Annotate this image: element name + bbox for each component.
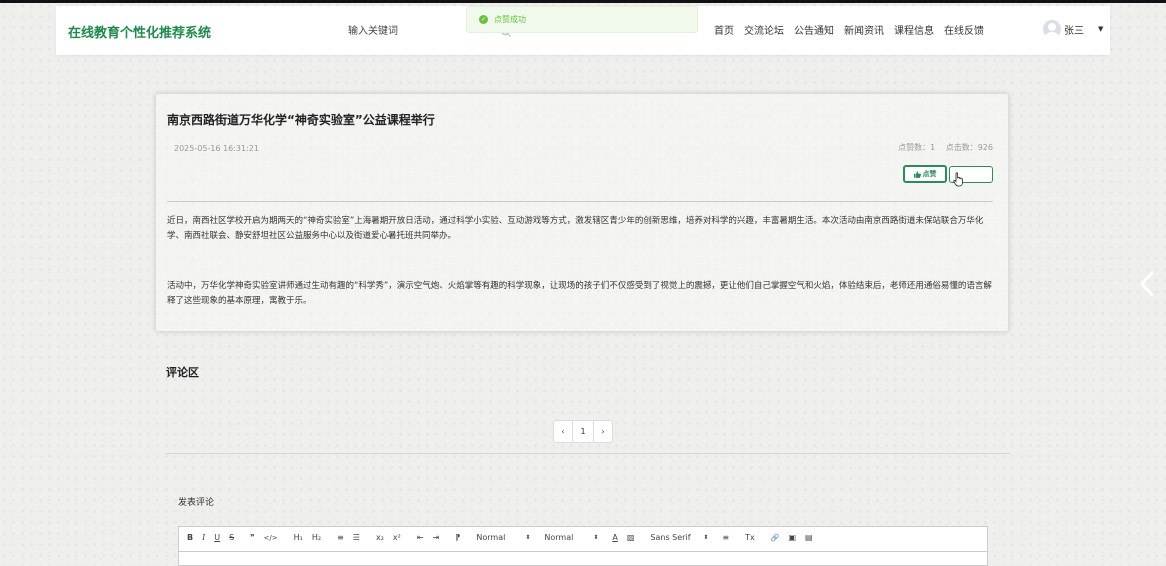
heading2-button[interactable]: H₂ bbox=[312, 533, 321, 542]
ordered-list-button[interactable]: ≡ bbox=[337, 533, 344, 542]
prev-page-button[interactable]: ‹ bbox=[554, 421, 573, 442]
font-color-button[interactable]: A bbox=[612, 533, 617, 542]
top-border bbox=[0, 0, 1166, 3]
nav-news[interactable]: 新闻资讯 bbox=[844, 22, 884, 37]
bullet-list-button[interactable]: ☰ bbox=[353, 533, 360, 542]
align-button[interactable]: ≡ bbox=[722, 533, 729, 542]
updown-icon: ⬍ bbox=[703, 534, 709, 541]
comments-heading: 评论区 bbox=[166, 366, 199, 379]
article-stats: 点赞数：1 点击数：926 bbox=[890, 142, 993, 153]
avatar bbox=[1043, 20, 1061, 38]
strike-button[interactable]: S bbox=[229, 533, 234, 542]
video-button[interactable]: ▤ bbox=[805, 533, 813, 542]
nav-feedback[interactable]: 在线反馈 bbox=[944, 22, 984, 37]
like-button[interactable]: 点赞 bbox=[903, 165, 947, 183]
nav-notice[interactable]: 公告通知 bbox=[794, 22, 834, 37]
brand-title[interactable]: 在线教育个性化推荐系统 bbox=[68, 22, 211, 41]
search-input[interactable] bbox=[346, 20, 450, 42]
code-block-button[interactable]: </> bbox=[264, 534, 278, 542]
underline-button[interactable]: U bbox=[214, 533, 220, 542]
header-picker[interactable]: Normal ⬍ bbox=[544, 533, 598, 542]
image-button[interactable]: ▣ bbox=[788, 533, 796, 542]
article-paragraph: 活动中，万华化学神奇实验室讲师通过生动有趣的“科学秀”，演示空气炮、火焰掌等有趣… bbox=[167, 281, 992, 306]
size-picker-value: Normal bbox=[476, 533, 506, 542]
subscript-button[interactable]: x₂ bbox=[376, 533, 384, 542]
toast-message: 点赞成功 bbox=[494, 15, 526, 24]
clear-format-button[interactable]: Tx bbox=[745, 533, 755, 542]
user-name: 张三 bbox=[1064, 25, 1084, 37]
article-paragraph: 近日，南西社区学校开启为期两天的“神奇实验室”上海暑期开放日活动，通过科学小实验… bbox=[167, 216, 984, 241]
hand-cursor-icon bbox=[953, 172, 963, 187]
bold-button[interactable]: B bbox=[187, 533, 193, 542]
nav-courses[interactable]: 课程信息 bbox=[894, 22, 934, 37]
thumbs-up-icon bbox=[913, 170, 921, 178]
check-circle-icon: ✓ bbox=[479, 15, 488, 24]
click-count: 点击数：926 bbox=[945, 143, 993, 152]
toolbar-border bbox=[179, 551, 987, 552]
updown-icon: ⬍ bbox=[593, 534, 599, 541]
heading1-button[interactable]: H₁ bbox=[294, 533, 303, 542]
header-picker-value: Normal bbox=[544, 533, 574, 542]
nav-forum[interactable]: 交流论坛 bbox=[744, 22, 784, 37]
superscript-button[interactable]: x² bbox=[393, 533, 401, 542]
like-button-label: 点赞 bbox=[922, 170, 937, 178]
like-count: 点赞数：1 bbox=[898, 143, 936, 152]
updown-icon: ⬍ bbox=[525, 534, 531, 541]
chevron-left-icon[interactable] bbox=[1138, 270, 1156, 298]
link-button[interactable]: 🔗 bbox=[771, 534, 780, 542]
article-divider bbox=[167, 201, 993, 202]
next-page-button[interactable]: › bbox=[594, 421, 612, 442]
page-1-button[interactable]: 1 bbox=[573, 421, 594, 442]
font-picker-value: Sans Serif bbox=[650, 533, 691, 542]
blockquote-button[interactable]: ❞ bbox=[250, 533, 254, 542]
pagination: ‹ 1 › bbox=[553, 420, 613, 443]
italic-button[interactable]: I bbox=[202, 533, 205, 542]
font-picker[interactable]: Sans Serif ⬍ bbox=[650, 533, 708, 542]
article-title: 南京西路街道万华化学“神奇实验室”公益课程举行 bbox=[167, 113, 435, 127]
indent-button[interactable]: ⇥ bbox=[433, 533, 440, 542]
nav-menu: 首页 交流论坛 公告通知 新闻资讯 课程信息 在线反馈 bbox=[714, 22, 984, 37]
article-time: 2025-05-16 16:31:21 bbox=[174, 144, 259, 153]
caret-down-icon: ▼ bbox=[1098, 25, 1104, 33]
post-comment-heading: 发表评论 bbox=[178, 498, 215, 508]
outdent-button[interactable]: ⇤ bbox=[417, 533, 424, 542]
background-color-button[interactable]: ▨ bbox=[627, 533, 635, 542]
nav-home[interactable]: 首页 bbox=[714, 22, 734, 37]
rich-text-editor: B I U S ❞ </> H₁ H₂ ≡ ☰ x₂ x² ⇤ ⇥ ⁋ Norm… bbox=[178, 526, 988, 566]
success-toast: ✓ 点赞成功 bbox=[466, 6, 698, 33]
user-menu[interactable]: 张三 ▼ bbox=[1043, 20, 1103, 38]
editor-toolbar: B I U S ❞ </> H₁ H₂ ≡ ☰ x₂ x² ⇤ ⇥ ⁋ Norm… bbox=[187, 533, 822, 542]
text-direction-button[interactable]: ⁋ bbox=[455, 533, 460, 542]
article-card: 南京西路街道万华化学“神奇实验室”公益课程举行 2025-05-16 16:31… bbox=[155, 93, 1009, 332]
size-picker[interactable]: Normal ⬍ bbox=[476, 533, 530, 542]
section-divider bbox=[166, 453, 1010, 454]
